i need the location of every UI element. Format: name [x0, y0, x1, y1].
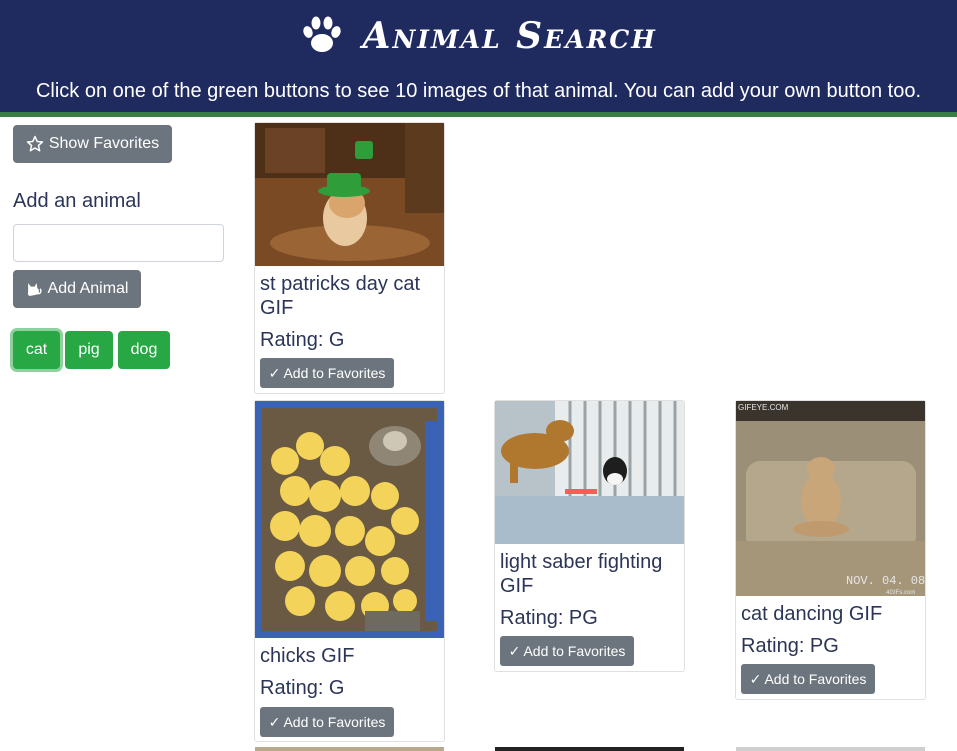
add-animal-label: Add an animal	[13, 190, 141, 212]
title-row: Animal Search	[0, 14, 957, 66]
add-to-favorites-button[interactable]: ✓ Add to Favorites	[260, 358, 394, 388]
gif-title: light saber fighting GIF	[500, 551, 663, 597]
add-animal-input[interactable]	[13, 224, 224, 262]
next-card-peek	[736, 747, 925, 751]
gif-rating: Rating: PG	[741, 635, 839, 657]
add-animal-button[interactable]: Add Animal	[13, 270, 141, 308]
gif-title: cat dancing GIF	[741, 603, 883, 625]
gif-rating: Rating: G	[260, 329, 345, 351]
gif-rating: Rating: G	[260, 677, 345, 699]
gif-image[interactable]: GIFEYE.COM NOV. 04. 08 4GIFs.com	[736, 401, 925, 596]
animal-button-dog[interactable]: dog	[118, 331, 170, 369]
next-card-peek	[255, 747, 444, 751]
paw-icon	[303, 16, 341, 52]
animal-button-label: cat	[25, 341, 48, 358]
add-to-favorites-button[interactable]: ✓ Add to Favorites	[741, 664, 875, 694]
gif-image[interactable]	[255, 401, 444, 638]
gif-card: st patricks day cat GIF Rating: G ✓ Add …	[254, 122, 445, 394]
add-animal-label-text: Add Animal	[47, 280, 129, 297]
gif-title: chicks GIF	[260, 645, 355, 667]
gif-rating: Rating: PG	[500, 607, 598, 629]
gifeye-watermark: GIFEYE.COM	[738, 403, 789, 412]
date-stamp: NOV. 04. 08	[846, 574, 925, 588]
header-divider	[0, 112, 957, 117]
animal-button-label: dog	[130, 341, 158, 358]
animal-button-label: pig	[78, 341, 100, 358]
page-title: Animal Search	[362, 15, 657, 57]
gif-image[interactable]	[495, 401, 684, 544]
add-to-favorites-button[interactable]: ✓ Add to Favorites	[500, 636, 634, 666]
page-subtitle: Click on one of the green buttons to see…	[35, 80, 922, 102]
header: Animal Search Click on one of the green …	[0, 0, 957, 112]
gif-card: light saber fighting GIF Rating: PG ✓ Ad…	[494, 400, 685, 672]
gif-image[interactable]	[255, 123, 444, 266]
next-card-peek	[495, 747, 684, 751]
gif-card: GIFEYE.COM NOV. 04. 08 4GIFs.com cat dan…	[735, 400, 926, 700]
star-outline-icon	[26, 135, 44, 152]
cat-icon	[27, 282, 42, 296]
add-to-favorites-button[interactable]: ✓ Add to Favorites	[260, 707, 394, 737]
gif-title: st patricks day cat GIF	[260, 273, 421, 319]
4gifs-watermark: 4GIFs.com	[886, 590, 915, 596]
animal-button-cat[interactable]: cat	[13, 331, 60, 369]
show-favorites-label: Show Favorites	[48, 135, 160, 152]
animal-button-pig[interactable]: pig	[65, 331, 113, 369]
show-favorites-button[interactable]: Show Favorites	[13, 125, 172, 163]
gif-card: chicks GIF Rating: G ✓ Add to Favorites	[254, 400, 445, 742]
